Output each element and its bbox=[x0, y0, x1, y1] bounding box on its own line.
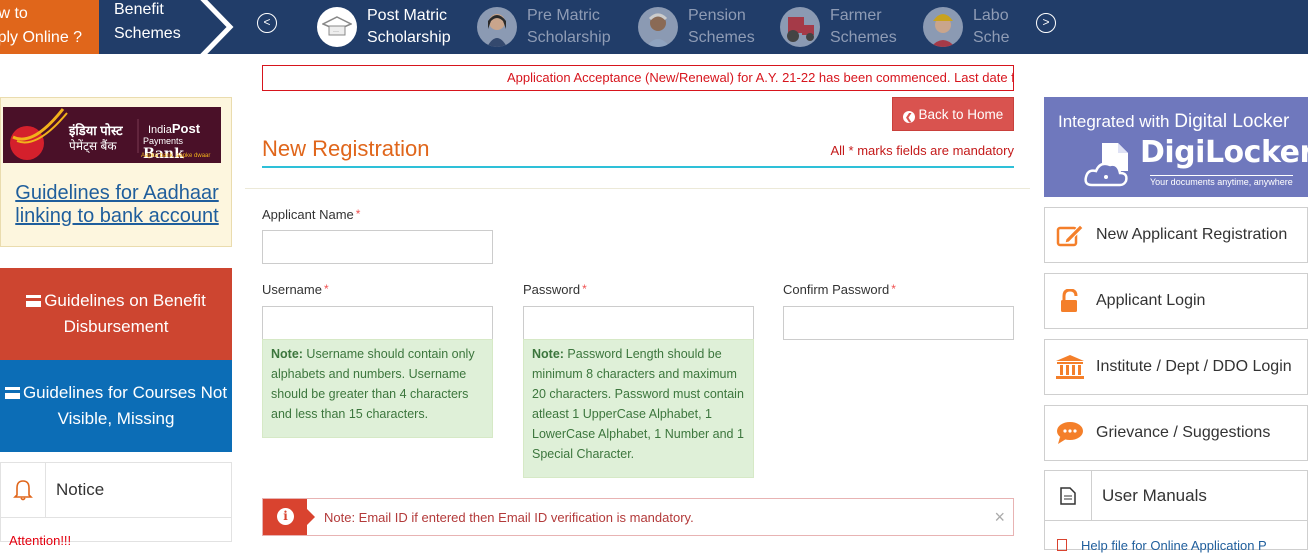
arrow-left-circle-icon: ❮ bbox=[902, 111, 915, 123]
nav-item-line1: Pre Matric bbox=[527, 7, 600, 24]
cloud-document-icon bbox=[1084, 143, 1128, 187]
alert-text: Note: Email ID if entered then Email ID … bbox=[324, 510, 694, 525]
courses-guidelines-button[interactable]: Guidelines for Courses Not Visible, Miss… bbox=[0, 360, 232, 452]
notice-title: Notice bbox=[56, 480, 105, 499]
chevron-right-circle-icon[interactable]: > bbox=[1036, 13, 1056, 33]
help-file-link[interactable]: Help file for Online Application P bbox=[1081, 538, 1267, 553]
grievance-link[interactable]: Grievance / Suggestions bbox=[1044, 405, 1308, 461]
email-verification-alert: i Note: Email ID if entered then Email I… bbox=[262, 498, 1014, 536]
top-navbar: How to Apply Online ? Benefit Schemes < … bbox=[0, 0, 1308, 60]
courses-guidelines-label: Guidelines for Courses Not Visible, Miss… bbox=[22, 383, 228, 428]
password-note: Note: Password Length should be minimum … bbox=[523, 339, 754, 478]
how-to-line2: Apply Online ? bbox=[0, 29, 83, 46]
divider bbox=[245, 188, 1030, 189]
applicant-name-label: Applicant Name * bbox=[262, 207, 361, 222]
ippb-tagline: Aapka bank, aapke dwaar bbox=[141, 153, 211, 159]
list-icon bbox=[4, 387, 20, 399]
digilocker-header: Integrated with Digital Locker bbox=[1058, 111, 1290, 132]
how-to-line1: How to bbox=[0, 5, 28, 22]
nav-labour[interactable]: Labour Schemes bbox=[923, 2, 1009, 52]
link-label: Institute / Dept / DDO Login bbox=[1096, 358, 1292, 375]
nav-pension[interactable]: Pension Schemes bbox=[638, 2, 755, 52]
benefit-disbursement-guidelines-button[interactable]: Guidelines on Benefit Disbursement bbox=[0, 268, 232, 360]
password-label: Password * bbox=[523, 282, 587, 297]
nav-item-line2: Schemes bbox=[830, 29, 897, 46]
mandatory-note: All * marks fields are mandatory bbox=[830, 143, 1014, 158]
how-to-apply-button[interactable]: How to Apply Online ? bbox=[0, 0, 99, 54]
page-title: New Registration bbox=[262, 136, 430, 161]
close-icon[interactable]: × bbox=[994, 507, 1005, 528]
student-girl-icon bbox=[477, 7, 517, 47]
notice-panel: Notice Attention!!! bbox=[0, 462, 232, 548]
confirm-password-input[interactable] bbox=[783, 306, 1014, 340]
digilocker-name: DigiLocker bbox=[1140, 135, 1308, 170]
bell-icon bbox=[1, 462, 46, 518]
username-input[interactable] bbox=[262, 306, 493, 340]
confirm-password-label: Confirm Password * bbox=[783, 282, 896, 297]
link-label: Grievance / Suggestions bbox=[1096, 424, 1271, 441]
user-manuals-panel: User Manuals Help file for Online Applic… bbox=[1044, 470, 1308, 553]
nav-item-line2: Scholarship bbox=[527, 29, 611, 46]
edit-icon bbox=[1055, 223, 1085, 247]
nav-item-line1: Labour bbox=[973, 7, 1009, 24]
elderly-man-icon bbox=[638, 7, 678, 47]
worker-helmet-icon bbox=[923, 7, 963, 47]
ippb-logo-text: IndiaPost bbox=[148, 121, 201, 136]
benefit-line2: Schemes bbox=[114, 25, 181, 42]
aadhaar-guidelines-link[interactable]: Guidelines for Aadhaar linking to bank a… bbox=[1, 182, 233, 228]
username-note: Note: Username should contain only alpha… bbox=[262, 339, 493, 438]
unlock-icon bbox=[1055, 289, 1085, 313]
nav-post-matric[interactable]: ··· Post Matric Scholarship bbox=[317, 2, 451, 52]
svg-text:···: ··· bbox=[333, 29, 339, 35]
institution-icon bbox=[1055, 354, 1085, 380]
nav-item-line2: Schemes bbox=[973, 29, 1009, 46]
info-icon: i bbox=[263, 499, 315, 535]
nav-item-line1: Farmer bbox=[830, 7, 882, 24]
pdf-icon bbox=[1057, 539, 1067, 551]
marquee-text: Application Acceptance (New/Renewal) for… bbox=[507, 70, 1014, 85]
back-to-home-button[interactable]: ❮ Back to Home bbox=[892, 97, 1014, 131]
document-icon bbox=[1045, 470, 1092, 521]
digilocker-banner[interactable]: Integrated with Digital Locker DigiLocke… bbox=[1044, 97, 1308, 197]
chevron-left-circle-icon[interactable]: < bbox=[257, 13, 277, 33]
tractor-icon bbox=[780, 7, 820, 47]
nav-pre-matric[interactable]: Pre Matric Scholarship bbox=[477, 2, 611, 52]
chat-bubble-icon bbox=[1055, 421, 1085, 445]
benefit-line1: Benefit bbox=[114, 1, 164, 18]
user-manuals-title: User Manuals bbox=[1102, 485, 1207, 505]
notice-item[interactable]: Attention!!! bbox=[9, 533, 71, 548]
benefit-schemes-label[interactable]: Benefit Schemes bbox=[114, 0, 181, 46]
password-input[interactable] bbox=[523, 306, 754, 340]
chevron-separator-icon bbox=[196, 0, 234, 60]
graduation-cap-icon: ··· bbox=[317, 7, 357, 47]
announcement-marquee: Application Acceptance (New/Renewal) for… bbox=[262, 65, 1014, 91]
title-underline bbox=[262, 166, 1014, 168]
link-label: Applicant Login bbox=[1096, 292, 1206, 309]
nav-item-line1: Pension bbox=[688, 7, 746, 24]
institute-login-link[interactable]: Institute / Dept / DDO Login bbox=[1044, 339, 1308, 395]
username-label: Username * bbox=[262, 282, 329, 297]
new-applicant-registration-link[interactable]: New Applicant Registration bbox=[1044, 207, 1308, 263]
applicant-login-link[interactable]: Applicant Login bbox=[1044, 273, 1308, 329]
nav-farmer[interactable]: Farmer Schemes bbox=[780, 2, 897, 52]
ippb-logo: IndiaPost Payments Bank Aapka bank, aapk… bbox=[3, 107, 221, 163]
list-icon bbox=[26, 295, 42, 307]
link-label: New Applicant Registration bbox=[1096, 226, 1288, 243]
nav-item-line2: Schemes bbox=[688, 29, 755, 46]
applicant-name-input[interactable] bbox=[262, 230, 493, 264]
back-to-home-label: Back to Home bbox=[918, 107, 1004, 122]
nav-item-line2: Scholarship bbox=[367, 29, 451, 46]
nav-item-line1: Post Matric bbox=[367, 7, 448, 24]
benefit-disbursement-label: Guidelines on Benefit Disbursement bbox=[44, 291, 206, 336]
ippb-banner[interactable]: IndiaPost Payments Bank Aapka bank, aapk… bbox=[0, 97, 232, 247]
digilocker-tagline: Your documents anytime, anywhere bbox=[1150, 175, 1293, 187]
